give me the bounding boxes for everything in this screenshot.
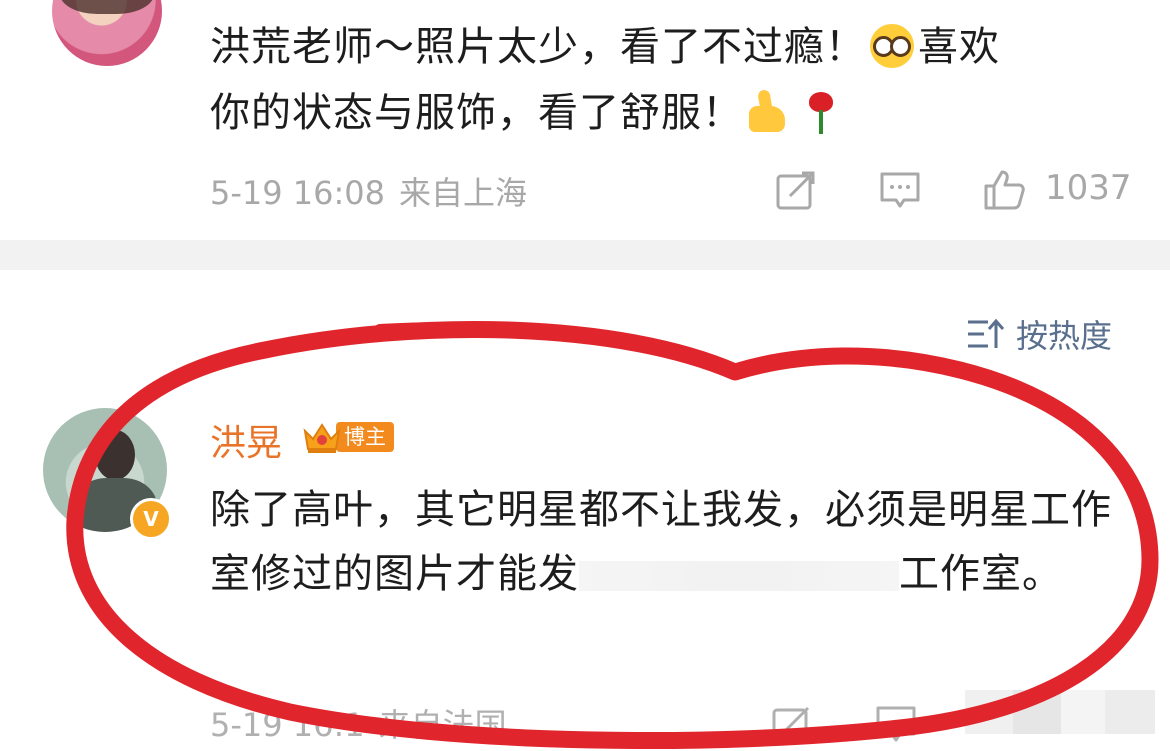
repost-icon[interactable]: [770, 702, 814, 746]
comment-location: 来自法国: [378, 706, 507, 744]
comment-meta: 5-19 16:08 来自上海: [210, 168, 527, 214]
comment-text: 洪荒老师～照片太少，看了不过瘾！ 喜欢 你的状态与服饰，看了舒服！: [210, 14, 1140, 146]
like-count: 1037: [1045, 168, 1132, 208]
comment-text-part: 你的状态与服饰，看了舒服！: [210, 90, 743, 136]
blogger-badge-label: 博主: [336, 422, 394, 452]
avatar-hair: [60, 0, 154, 14]
section-divider: [0, 240, 1170, 270]
comment-text-part: 喜欢: [918, 24, 1000, 70]
sort-icon: [968, 318, 1005, 348]
crown-icon: [303, 423, 341, 453]
comment-text-part: 洪荒老师～照片太少，看了不过瘾！: [210, 24, 866, 70]
comment-meta: 5-19 16:1 来自法国: [210, 700, 507, 746]
redacted-text: [579, 561, 899, 591]
comment-time: 5-19 16:08: [210, 174, 386, 212]
thumbs-up-emoji-icon: [747, 90, 791, 134]
verified-badge-icon: V: [130, 498, 172, 540]
blogger-badge: 博主: [302, 418, 394, 456]
like-icon[interactable]: [982, 168, 1026, 212]
reply-icon[interactable]: [878, 168, 922, 212]
comment-location: 来自上海: [399, 174, 528, 212]
commenter-avatar[interactable]: [52, 0, 162, 66]
reply-icon[interactable]: [874, 702, 918, 746]
avatar-head: [95, 430, 135, 480]
rose-emoji-icon: [799, 90, 843, 134]
sort-by-hot-button[interactable]: 按热度: [966, 312, 1112, 356]
sort-label: 按热度: [1016, 317, 1113, 355]
comment-time: 5-19 16:1: [210, 706, 365, 744]
nerd-face-emoji-icon: [870, 24, 914, 68]
blogger-comment-text: 除了高叶，其它明星都不让我发，必须是明星工作室修过的图片才能发 工作室。: [210, 478, 1140, 606]
repost-icon[interactable]: [774, 168, 818, 212]
comment-text-part: 工作室。: [899, 551, 1063, 597]
blogger-username[interactable]: 洪晃: [210, 414, 282, 466]
pixelated-area: [965, 690, 1155, 734]
weibo-comments-screen: 洪荒老师～照片太少，看了不过瘾！ 喜欢 你的状态与服饰，看了舒服！ 5-19 16…: [0, 0, 1170, 751]
